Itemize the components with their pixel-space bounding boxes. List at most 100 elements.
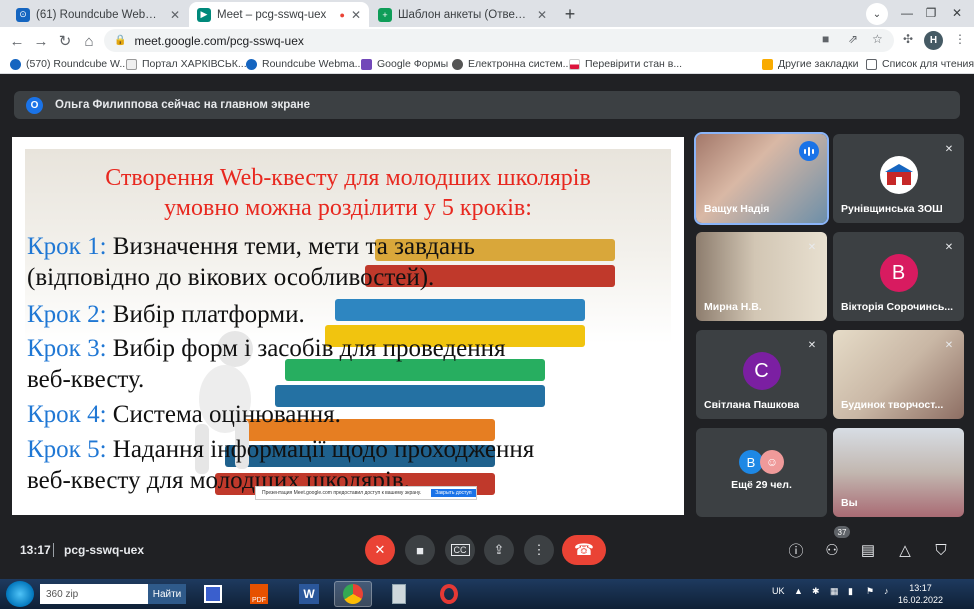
power-icon[interactable]: ▮	[848, 586, 853, 597]
participant-tile[interactable]: ✕ Рунівщинська ЗОШ	[833, 134, 964, 223]
slide: Створення Web-квесту для молодших школяр…	[25, 149, 671, 503]
participant-name: Вікторія Сорочинсь...	[841, 301, 954, 313]
camera-button[interactable]: ■	[405, 535, 435, 565]
minimize-icon[interactable]: —	[896, 2, 918, 24]
extensions-icon[interactable]: ✣	[903, 32, 913, 46]
reading-list[interactable]: Список для чтения	[866, 56, 974, 72]
volume-icon[interactable]: ♪	[884, 586, 889, 596]
floppy-app-icon[interactable]	[194, 581, 232, 607]
more-options-button[interactable]: ⋮	[524, 535, 554, 565]
globe-icon	[452, 58, 463, 70]
word-app-icon[interactable]: W	[290, 581, 328, 607]
bookmark-label: Roundcube Webma...	[262, 58, 364, 70]
tab-meet[interactable]: ▶ Meet – pcg-sswq-uex ● ✕	[189, 2, 369, 27]
self-tile[interactable]: Вы	[833, 428, 964, 517]
avatar: ☺	[759, 450, 784, 474]
opera-app-icon[interactable]	[430, 581, 468, 607]
step-key: Крок 5:	[27, 436, 107, 463]
leave-call-button[interactable]: ☎	[562, 535, 606, 565]
captions-icon: CC	[450, 544, 470, 556]
participant-count-badge: 37	[834, 526, 850, 538]
bookmark-label: (570) Roundcube W...	[26, 58, 129, 70]
mic-off-icon: ✕	[807, 339, 817, 351]
step-text: Надання інформації щодо проходження	[106, 436, 535, 463]
start-button[interactable]	[6, 581, 34, 607]
participant-tile[interactable]: ✕ Мирна Н.В.	[696, 232, 827, 321]
system-clock[interactable]: 13:17 16.02.2022	[898, 582, 943, 606]
slide-step: Крок 5: Надання інформації щодо проходже…	[27, 434, 534, 465]
bookmark-label: Список для чтения	[882, 58, 974, 70]
info-button[interactable]: ⓘ	[785, 539, 807, 561]
calculator-app-icon[interactable]	[380, 581, 418, 607]
os-taskbar: 360 zip Найти PDF W UK ▲ ✱ ▦ ▮ ⚑ ♪ 13:17…	[0, 579, 974, 609]
present-button[interactable]: ⇪	[484, 535, 514, 565]
forward-icon[interactable]: →	[30, 30, 52, 52]
tab-forms[interactable]: + Шаблон анкеты (Ответы) - Goo ✕	[370, 2, 555, 27]
close-window-icon[interactable]: ✕	[946, 2, 968, 24]
participant-tile[interactable]: ✕ С Світлана Пашкова	[696, 330, 827, 419]
camera-icon[interactable]: ■	[822, 32, 829, 46]
bookmark-item[interactable]: Електронна систем...	[452, 56, 571, 72]
stop-sharing-button[interactable]: Закрыть доступ	[431, 489, 476, 497]
page-icon	[126, 58, 137, 70]
avatar: С	[742, 352, 781, 390]
taskbar-search-input[interactable]: 360 zip	[40, 584, 148, 604]
url-text: meet.google.com/pcg-sswq-uex	[134, 33, 304, 48]
participant-name: Вы	[841, 497, 858, 509]
bookmark-other[interactable]: Другие закладки	[762, 56, 858, 72]
forms-icon	[361, 58, 372, 70]
restore-icon[interactable]: ❐	[920, 2, 942, 24]
tab-search-icon[interactable]: ⌄	[866, 3, 888, 25]
star-icon[interactable]: ☆	[872, 32, 883, 46]
participant-name: Будинок творчост...	[841, 399, 944, 411]
slide-step: Крок 2: Вибір платформи.	[27, 299, 305, 330]
meet-content: О Ольга Филиппова сейчас на главном экра…	[0, 75, 974, 579]
flag-icon[interactable]: ⚑	[866, 586, 874, 597]
tab-roundcube[interactable]: ⊙ (61) Roundcube Webmail :: Майл ✕	[8, 2, 188, 27]
home-icon[interactable]: ⌂	[78, 30, 100, 52]
clock-date: 16.02.2022	[898, 595, 944, 605]
divider	[53, 543, 54, 557]
language-indicator[interactable]: UK	[772, 586, 785, 596]
taskbar-search-button[interactable]: Найти	[148, 584, 186, 604]
captions-button[interactable]: CC	[445, 535, 475, 565]
meet-controls-bar: 13:17 pcg-sswq-uex ✕ ■ CC ⇪ ⋮ ☎ ⓘ ⚇ 37 ▤…	[0, 526, 974, 579]
close-icon[interactable]: ✕	[537, 8, 547, 22]
address-bar[interactable]: 🔒 meet.google.com/pcg-sswq-uex	[104, 29, 894, 52]
network-icon[interactable]: ▦	[830, 586, 839, 597]
tab-strip: ⊙ (61) Roundcube Webmail :: Майл ✕ ▶ Mee…	[0, 0, 974, 27]
back-icon[interactable]: ←	[6, 30, 28, 52]
step-key: Крок 2:	[27, 301, 107, 328]
pdf-app-icon[interactable]: PDF	[240, 581, 278, 607]
close-icon[interactable]: ✕	[170, 8, 180, 22]
host-controls-button[interactable]: ⛉	[930, 539, 952, 561]
people-icon: ⚇	[825, 542, 839, 559]
new-tab-button[interactable]: +	[559, 3, 581, 25]
bookmark-item[interactable]: Google Формы	[361, 56, 448, 72]
people-button[interactable]: ⚇	[821, 539, 843, 561]
recording-icon: ●	[339, 9, 345, 20]
bookmark-label: Другие закладки	[778, 58, 859, 70]
participant-tile[interactable]: Ващук Надія	[694, 132, 829, 225]
bookmark-item[interactable]: (570) Roundcube W...	[10, 56, 128, 72]
more-participants-tile[interactable]: В ☺ Ещё 29 чел.	[696, 428, 827, 517]
bluetooth-icon[interactable]: ✱	[812, 586, 820, 597]
bookmark-item[interactable]: Roundcube Webma...	[246, 56, 363, 72]
bookmark-item[interactable]: Портал ХАРКІВСЬК...	[126, 56, 247, 72]
clock-time: 13:17	[909, 583, 932, 593]
reload-icon[interactable]: ↻	[54, 30, 76, 52]
chat-button[interactable]: ▤	[857, 539, 879, 561]
menu-icon[interactable]: ⋮	[954, 32, 966, 46]
activities-button[interactable]: △	[894, 539, 916, 561]
share-icon[interactable]: ⇗	[848, 32, 858, 46]
bookmark-item[interactable]: Перевірити стан в...	[569, 56, 682, 72]
taskbar-search-value: 360 zip	[46, 588, 79, 600]
chrome-app-icon[interactable]	[334, 581, 372, 607]
close-icon[interactable]: ✕	[351, 8, 361, 22]
avatar[interactable]: H	[924, 31, 943, 50]
mic-off-button[interactable]: ✕	[365, 535, 395, 565]
participant-tile[interactable]: ✕ Будинок творчост...	[833, 330, 964, 419]
participant-tile[interactable]: ✕ В Вікторія Сорочинсь...	[833, 232, 964, 321]
show-hidden-icon[interactable]: ▲	[794, 586, 803, 596]
notice-text: Презентация Мeet.google.com предоставил …	[262, 490, 422, 496]
